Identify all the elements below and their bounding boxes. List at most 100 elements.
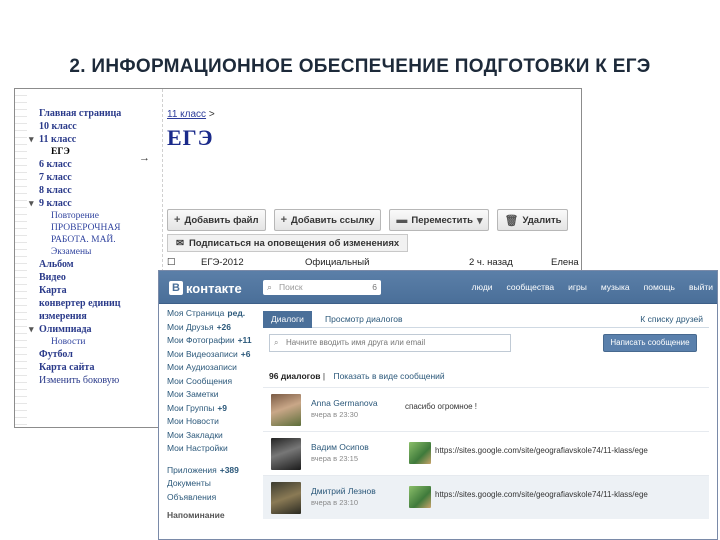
sidebar-nav-item[interactable]: конвертер единиц [39,297,163,310]
vk-logo[interactable]: В контакте [169,278,242,298]
vk-sidebar-item[interactable]: Мои Группы +9 [167,402,263,416]
avatar[interactable] [271,394,301,426]
find-placeholder: Начните вводить имя друга или email [286,338,426,347]
page-title: ЕГЭ [167,125,214,150]
dialog-name[interactable]: Дмитрий Лезнов [311,486,376,496]
subscribe-label: Подписаться на оповещения об изменениях [188,237,400,249]
dialog-row[interactable]: Вадим Осипов вчера в 23:15 https://sites… [263,431,709,475]
vk-sidebar-label: Приложения [167,464,217,475]
show-as-messages-link[interactable]: Показать в виде сообщений [333,371,444,381]
dialog-message: спасибо огромное ! [405,402,478,411]
folder-icon: ▬ [396,214,408,226]
vk-sidebar-label: Мои Группы [167,402,215,413]
sidebar-nav-item[interactable]: Повторение [39,210,163,222]
add-file-button[interactable]: + Добавить файл [167,209,266,231]
site-sidebar: Главная страница10 класс11 классЕГЭ6 кла… [15,89,163,427]
sidebar-nav-item[interactable]: Олимпиада [29,323,163,336]
vk-main: Диалоги Просмотр диалогов К списку друзе… [263,311,709,539]
vk-sidebar-label: Мои Фотографии [167,335,235,345]
vk-sidebar-label: Мои Заметки [167,389,219,399]
sidebar-nav-item[interactable]: 7 класс [39,171,163,184]
vk-sidebar-item[interactable]: Мои Закладки [167,429,263,443]
dialog-count: 96 диалогов | Показать в виде сообщений [269,371,445,381]
vk-sidebar-item[interactable]: Мои Сообщения [167,375,263,389]
vk-sidebar: Моя Страница ред. Мои Друзья +26 Мои Фотогра… [167,307,263,520]
vk-search-count: 6 [372,282,377,292]
sidebar-nav-item[interactable]: Альбом [39,258,163,271]
vk-sidebar-counter: +11 [237,335,252,345]
dialog-count-text: 96 диалогов [269,371,321,381]
sidebar-nav-item[interactable]: Карта [39,284,163,297]
plus-icon: + [174,214,181,226]
file-author: Елена [551,257,579,268]
vk-header: В контакте ⌕ Поиск 6 люди сообщества игры м… [159,271,717,304]
sidebar-nav-item[interactable]: ПРОВЕРОЧНАЯ [39,222,163,234]
sidebar-nav-item[interactable]: Экзамены [39,246,163,258]
vk-search-input[interactable]: ⌕ Поиск 6 [263,280,381,295]
sidebar-nav-item[interactable]: Главная страница [39,107,163,120]
sidebar-nav-item[interactable]: Футбол [39,348,163,361]
add-file-label: Добавить файл [184,214,259,226]
tab-dialogs[interactable]: Диалоги [263,311,312,328]
vkontakte-screenshot: В контакте ⌕ Поиск 6 люди сообщества игры м… [158,270,718,540]
vk-sidebar-item[interactable]: Мои Аудиозаписи [167,361,263,375]
sender-avatar [409,442,431,464]
vk-sidebar-item[interactable]: Документы [167,477,263,491]
sidebar-nav-item[interactable]: Карта сайта [39,361,163,374]
sidebar-nav-item[interactable]: Видео [39,271,163,284]
breadcrumb: 11 класс > [167,109,215,120]
avatar[interactable] [271,438,301,470]
vk-menu-item[interactable]: выйти [689,282,713,292]
tab-view-dialogs[interactable]: Просмотр диалогов [317,311,411,328]
vk-sidebar-item[interactable]: Объявления [167,491,263,505]
dialog-time: вчера в 23:15 [311,454,358,463]
vk-sidebar-label: Мои Видеозаписи [167,348,238,359]
vk-menu-item[interactable]: помощь [644,282,675,292]
vk-sidebar-label: Мои Аудиозаписи [167,362,237,372]
sidebar-nav-item[interactable]: 10 класс [39,120,163,133]
search-icon: ⌕ [274,338,279,347]
sidebar-nav-item[interactable]: измерения [39,310,163,323]
move-button[interactable]: ▬ Переместить ▾ [389,209,490,231]
avatar[interactable] [271,482,301,514]
dialog-name[interactable]: Anna Germanova [311,398,378,408]
dialog-row[interactable]: Дмитрий Лезнов вчера в 23:10 https://sit… [263,475,709,519]
sidebar-nav-item[interactable]: РАБОТА. МАЙ. [39,234,163,246]
breadcrumb-link[interactable]: 11 класс [167,109,206,120]
vk-sidebar-item[interactable]: Приложения +389 [167,464,263,478]
sidebar-nav-item[interactable]: Новости [39,336,163,348]
write-message-button[interactable]: Написать сообщение [603,334,697,352]
vk-sidebar-item[interactable]: Мои Видеозаписи +6 [167,348,263,362]
dialog-row[interactable]: Anna Germanova вчера в 23:30 спасибо огр… [263,387,709,431]
reminder-heading: Напоминание [167,510,225,520]
find-friend-input[interactable]: ⌕ Начните вводить имя друга или email [269,334,511,352]
vk-sidebar-item[interactable]: Мои Новости [167,415,263,429]
vk-menu-item[interactable]: люди [472,282,493,292]
sidebar-nav-item[interactable]: 9 класс [29,197,163,210]
vk-sidebar-counter: +389 [219,464,239,475]
vk-sidebar-label: Моя Страница [167,308,225,318]
vk-sidebar-label: Объявления [167,491,217,502]
file-name[interactable]: ЕГЭ-2012 [201,257,244,268]
add-link-button[interactable]: + Добавить ссылку [273,209,382,231]
sidebar-nav-item[interactable]: 11 класс [29,133,163,146]
sidebar-nav-item[interactable]: 8 класс [39,184,163,197]
vk-sidebar-item[interactable]: Моя Страница ред. [167,307,263,321]
dialog-name[interactable]: Вадим Осипов [311,442,369,452]
vk-sidebar-item[interactable]: Мои Друзья +26 [167,321,263,335]
vk-sidebar-item[interactable]: Мои Фотографии +11 [167,334,263,348]
sidebar-nav-item[interactable]: Изменить боковую [39,374,163,387]
vk-sidebar-counter: ред. [227,308,246,318]
vk-sidebar-label: Мои Новости [167,416,219,426]
vk-menu-item[interactable]: игры [568,282,587,292]
vk-menu-item[interactable]: музыка [601,282,630,292]
subscribe-button[interactable]: ✉ Подписаться на оповещения об изменениях [167,234,409,252]
row-checkbox[interactable]: ☐ [167,257,176,268]
sender-avatar [409,486,431,508]
vk-sidebar-item[interactable]: Мои Заметки [167,388,263,402]
delete-button[interactable]: 🗑 Удалить [497,209,569,231]
trash-icon: 🗑 [504,214,519,227]
vk-sidebar-item[interactable]: Мои Настройки [167,442,263,456]
vk-menu-item[interactable]: сообщества [507,282,555,292]
back-to-friends-link[interactable]: К списку друзей [640,314,703,324]
